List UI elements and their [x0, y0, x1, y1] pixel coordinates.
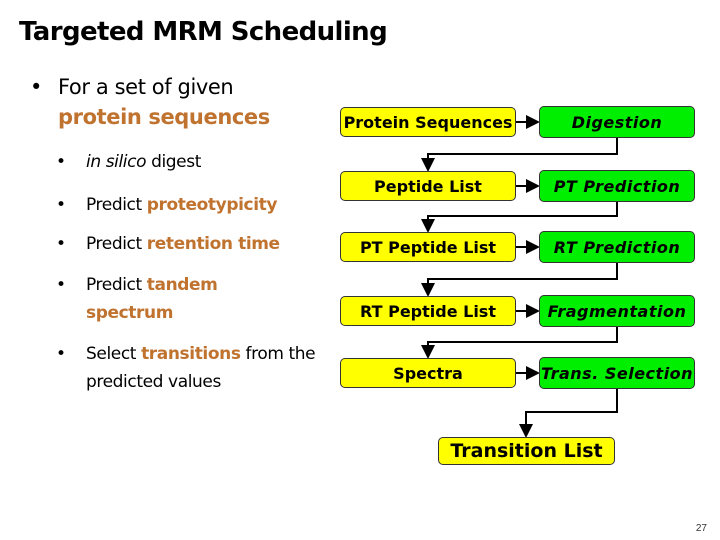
node-rt-peptide-list: RT Peptide List: [340, 296, 516, 326]
node-spectra: Spectra: [340, 358, 516, 388]
node-protein-sequences: Protein Sequences: [340, 107, 516, 137]
node-pt-peptide-list: PT Peptide List: [340, 232, 516, 262]
node-trans-selection: Trans. Selection: [539, 357, 695, 389]
node-peptide-list: Peptide List: [340, 171, 516, 201]
node-fragmentation: Fragmentation: [539, 295, 695, 327]
arrow-elbow: [421, 202, 618, 233]
node-rt-prediction: RT Prediction: [539, 231, 695, 263]
node-digestion: Digestion: [539, 106, 695, 138]
arrow-elbow: [421, 138, 618, 172]
node-transition-list: Transition List: [438, 437, 615, 465]
page-number: 27: [695, 523, 707, 534]
arrow-elbow: [421, 327, 618, 359]
arrow-elbow: [519, 389, 618, 438]
node-pt-prediction: PT Prediction: [539, 170, 695, 202]
arrow-elbow: [421, 263, 618, 297]
